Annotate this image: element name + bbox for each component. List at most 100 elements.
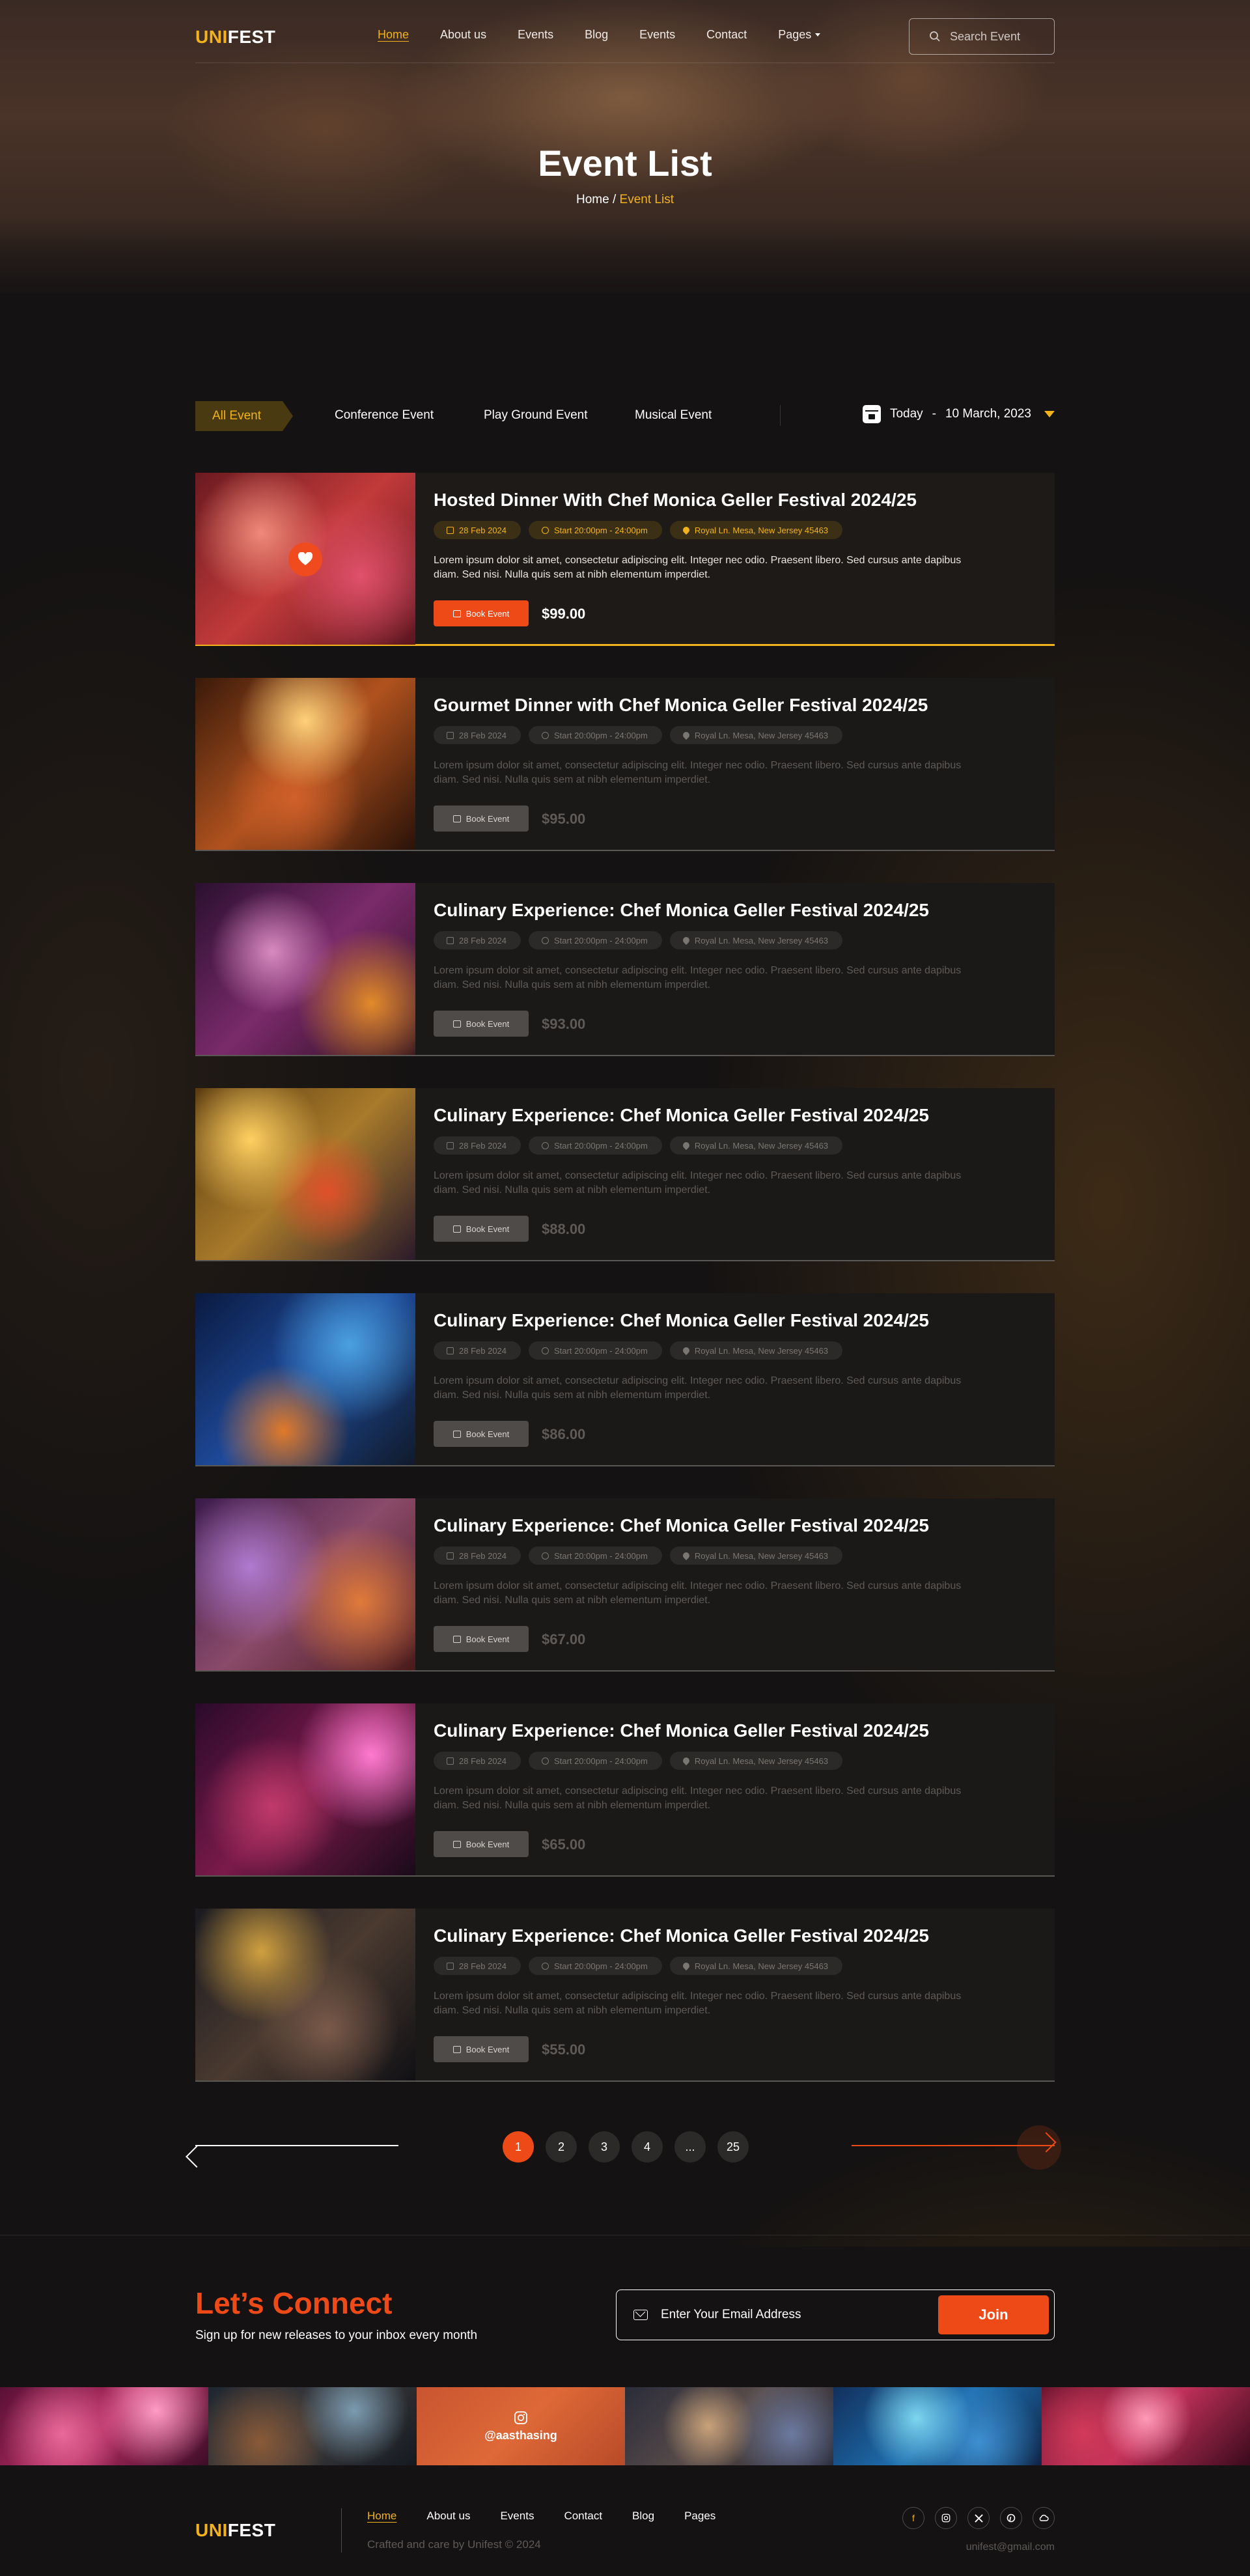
cloud-icon[interactable] (1033, 2507, 1055, 2529)
book-event-button[interactable]: Book Event (434, 1011, 529, 1037)
event-title[interactable]: Culinary Experience: Chef Monica Geller … (434, 1925, 929, 1946)
tab-conference-event[interactable]: Conference Event (335, 408, 434, 423)
event-title[interactable]: Culinary Experience: Chef Monica Geller … (434, 1720, 929, 1741)
instagram-icon[interactable] (935, 2507, 957, 2529)
book-event-button[interactable]: Book Event (434, 1626, 529, 1652)
book-event-button[interactable]: Book Event (434, 600, 529, 626)
tab-musical-event[interactable]: Musical Event (635, 408, 712, 423)
footer-nav-events[interactable]: Events (500, 2510, 534, 2523)
footer-nav-about[interactable]: About us (426, 2510, 470, 2523)
nav-events-2[interactable]: Events (639, 28, 675, 42)
event-description: Lorem ipsum dolor sit amet, consectetur … (434, 1170, 962, 1196)
event-location: Royal Ln. Mesa, New Jersey 45463 (694, 730, 829, 740)
page-button[interactable]: 4 (632, 2131, 663, 2163)
event-meta: 28 Feb 2024 Start 20:00pm - 24:00pm Roya… (434, 1547, 843, 1565)
book-event-button[interactable]: Book Event (434, 2036, 529, 2062)
book-event-button[interactable]: Book Event (434, 805, 529, 832)
next-arrow-icon[interactable] (852, 2145, 1055, 2146)
event-title[interactable]: Culinary Experience: Chef Monica Geller … (434, 1515, 929, 1536)
event-photo[interactable] (195, 473, 415, 645)
nav-pages[interactable]: Pages (778, 28, 821, 42)
footer-nav-pages[interactable]: Pages (684, 2510, 715, 2523)
event-card[interactable]: Culinary Experience: Chef Monica Geller … (195, 883, 1055, 1056)
instagram-overlay: @aasthasing (417, 2387, 625, 2465)
event-card[interactable]: Culinary Experience: Chef Monica Geller … (195, 1498, 1055, 1672)
event-photo[interactable] (195, 1088, 415, 1260)
footer-email[interactable]: unifest@gmail.com (966, 2541, 1055, 2553)
clock-icon (542, 936, 549, 944)
event-location-badge: Royal Ln. Mesa, New Jersey 45463 (669, 1957, 843, 1975)
clock-icon (542, 1552, 549, 1560)
event-card[interactable]: Hosted Dinner With Chef Monica Geller Fe… (195, 473, 1055, 646)
footer-nav-home[interactable]: Home (367, 2510, 396, 2523)
event-photo[interactable] (195, 1909, 415, 2080)
footer-nav-blog[interactable]: Blog (632, 2510, 654, 2523)
page-button[interactable]: 1 (503, 2131, 534, 2163)
event-card[interactable]: Culinary Experience: Chef Monica Geller … (195, 1703, 1055, 1877)
join-button[interactable]: Join (938, 2295, 1049, 2334)
footer-logo[interactable]: UNIFEST (195, 2520, 275, 2541)
event-time: Start 20:00pm - 24:00pm (554, 1961, 648, 1971)
facebook-icon[interactable]: f (902, 2507, 924, 2529)
email-field[interactable] (661, 2308, 908, 2322)
instagram-photo[interactable] (208, 2387, 417, 2465)
footer-divider (341, 2508, 342, 2553)
event-meta: 28 Feb 2024 Start 20:00pm - 24:00pm Roya… (434, 1341, 843, 1360)
tab-all-event[interactable]: All Event (195, 401, 293, 431)
chevron-down-icon (1044, 411, 1055, 417)
event-description: Lorem ipsum dolor sit amet, consectetur … (434, 555, 962, 580)
event-card[interactable]: Culinary Experience: Chef Monica Geller … (195, 1088, 1055, 1261)
event-title[interactable]: Culinary Experience: Chef Monica Geller … (434, 1310, 929, 1331)
instagram-photo[interactable] (833, 2387, 1042, 2465)
page-button[interactable]: 3 (589, 2131, 620, 2163)
event-date-badge: 28 Feb 2024 (434, 1547, 521, 1565)
nav-blog[interactable]: Blog (585, 28, 608, 42)
page-button[interactable]: 25 (717, 2131, 749, 2163)
book-event-button[interactable]: Book Event (434, 1831, 529, 1857)
next-arrow-glow (1017, 2125, 1061, 2170)
book-event-button[interactable]: Book Event (434, 1216, 529, 1242)
date-picker[interactable]: Today - 10 March, 2023 (862, 405, 1055, 423)
event-title[interactable]: Culinary Experience: Chef Monica Geller … (434, 900, 929, 921)
instagram-photo[interactable] (625, 2387, 833, 2465)
nav-home[interactable]: Home (378, 28, 409, 42)
event-card[interactable]: Culinary Experience: Chef Monica Geller … (195, 1293, 1055, 1466)
favorite-button[interactable] (288, 542, 322, 576)
instagram-photo[interactable] (0, 2387, 208, 2465)
event-photo[interactable] (195, 678, 415, 850)
event-photo[interactable] (195, 1498, 415, 1670)
date-value: 10 March, 2023 (945, 407, 1031, 421)
event-location: Royal Ln. Mesa, New Jersey 45463 (694, 1550, 829, 1561)
mail-icon (633, 2310, 648, 2320)
event-card[interactable]: Gourmet Dinner with Chef Monica Geller F… (195, 678, 1055, 851)
event-card[interactable]: Culinary Experience: Chef Monica Geller … (195, 1909, 1055, 2082)
event-date: 28 Feb 2024 (459, 1961, 507, 1971)
x-icon[interactable] (967, 2507, 990, 2529)
event-location: Royal Ln. Mesa, New Jersey 45463 (694, 1140, 829, 1151)
instagram-photo-featured[interactable]: @aasthasing (417, 2387, 625, 2465)
event-photo[interactable] (195, 883, 415, 1055)
event-date-badge: 28 Feb 2024 (434, 931, 521, 949)
event-title[interactable]: Gourmet Dinner with Chef Monica Geller F… (434, 695, 928, 716)
footer-nav-contact[interactable]: Contact (564, 2510, 602, 2523)
instagram-photo[interactable] (1042, 2387, 1250, 2465)
nav-events[interactable]: Events (518, 28, 553, 42)
prev-arrow-icon[interactable] (195, 2145, 398, 2146)
event-title[interactable]: Culinary Experience: Chef Monica Geller … (434, 1105, 929, 1126)
nav-about[interactable]: About us (440, 28, 486, 42)
pinterest-icon[interactable] (1000, 2507, 1022, 2529)
site-logo[interactable]: UNIFEST (195, 27, 275, 48)
tab-play-ground-event[interactable]: Play Ground Event (484, 408, 587, 423)
event-title[interactable]: Hosted Dinner With Chef Monica Geller Fe… (434, 490, 917, 511)
event-photo[interactable] (195, 1293, 415, 1465)
copyright-text: Crafted and care by Unifest © 2024 (367, 2538, 541, 2551)
event-description: Lorem ipsum dolor sit amet, consectetur … (434, 1991, 962, 2016)
book-event-button[interactable]: Book Event (434, 1421, 529, 1447)
event-photo[interactable] (195, 1703, 415, 1875)
page-button[interactable]: 2 (546, 2131, 577, 2163)
breadcrumb-home[interactable]: Home (576, 193, 609, 206)
search-input[interactable]: Search Event (909, 18, 1055, 55)
instagram-handle: @aasthasing (484, 2428, 557, 2442)
calendar-icon (862, 405, 881, 423)
nav-contact[interactable]: Contact (706, 28, 747, 42)
